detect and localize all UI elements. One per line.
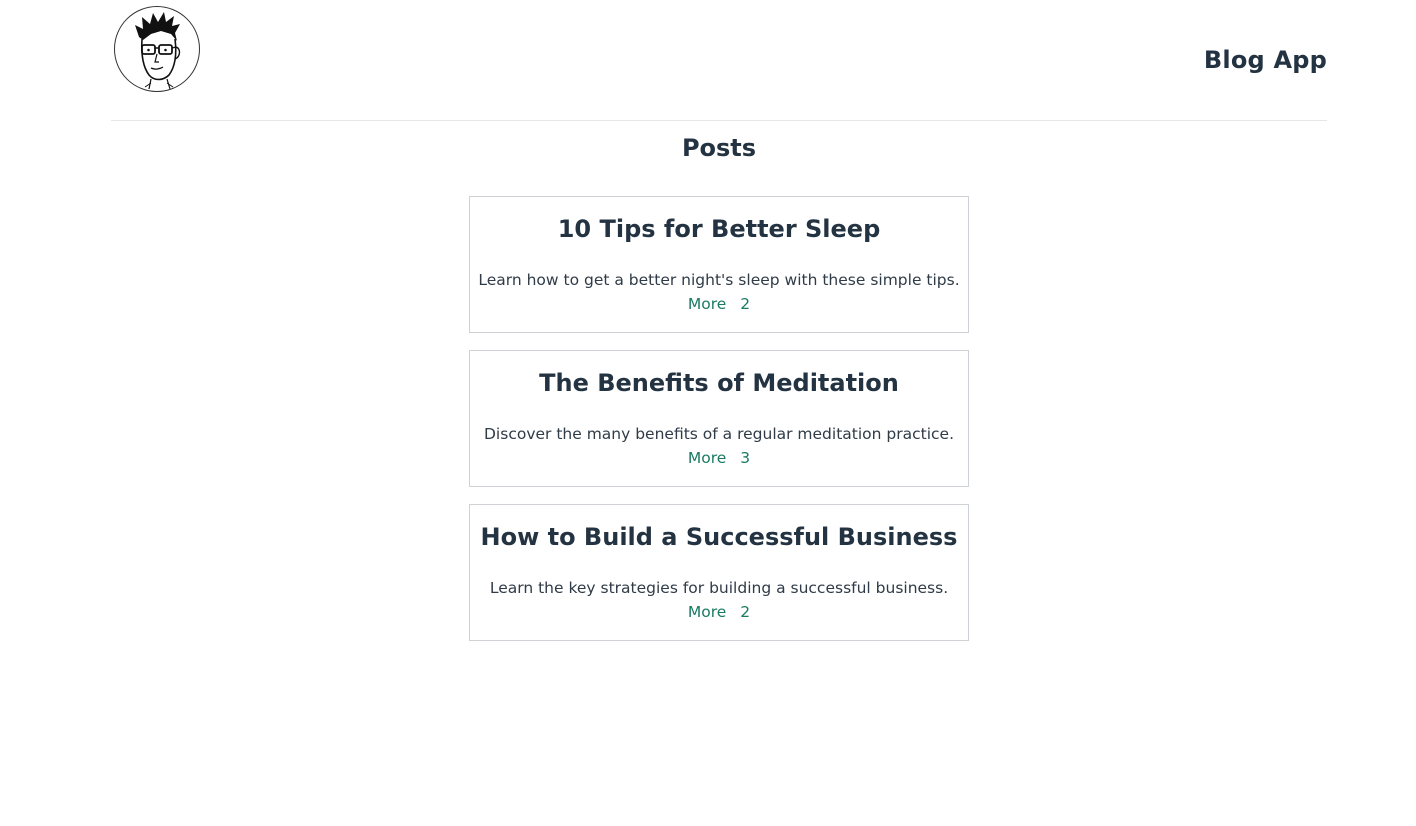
post-meta: More 3: [470, 449, 968, 467]
post-title: The Benefits of Meditation: [539, 369, 899, 397]
post-meta: More 2: [470, 603, 968, 621]
post-card: How to Build a Successful Business Learn…: [469, 504, 969, 641]
post-count: 2: [740, 295, 751, 313]
cartoon-avatar-icon: [135, 12, 181, 90]
post-list: 10 Tips for Better Sleep Learn how to ge…: [469, 196, 969, 658]
page-title: Posts: [681, 134, 757, 162]
post-title: How to Build a Successful Business: [480, 523, 958, 551]
post-card: The Benefits of Meditation Discover the …: [469, 350, 969, 487]
post-count: 3: [740, 449, 751, 467]
post-count: 2: [740, 603, 751, 621]
post-description: Learn the key strategies for building a …: [489, 579, 949, 597]
header: Blog App: [111, 0, 1327, 121]
post-description: Discover the many benefits of a regular …: [484, 425, 954, 443]
more-link[interactable]: More: [688, 449, 726, 467]
more-link[interactable]: More: [688, 603, 726, 621]
avatar[interactable]: [114, 6, 200, 92]
more-link[interactable]: More: [688, 295, 726, 313]
post-meta: More 2: [470, 295, 968, 313]
app-title: Blog App: [1203, 46, 1327, 74]
post-card: 10 Tips for Better Sleep Learn how to ge…: [469, 196, 969, 333]
post-title: 10 Tips for Better Sleep: [557, 215, 881, 243]
page: Blog App Posts 10 Tips for Better Sleep …: [0, 0, 1416, 826]
post-description: Learn how to get a better night's sleep …: [478, 271, 960, 289]
